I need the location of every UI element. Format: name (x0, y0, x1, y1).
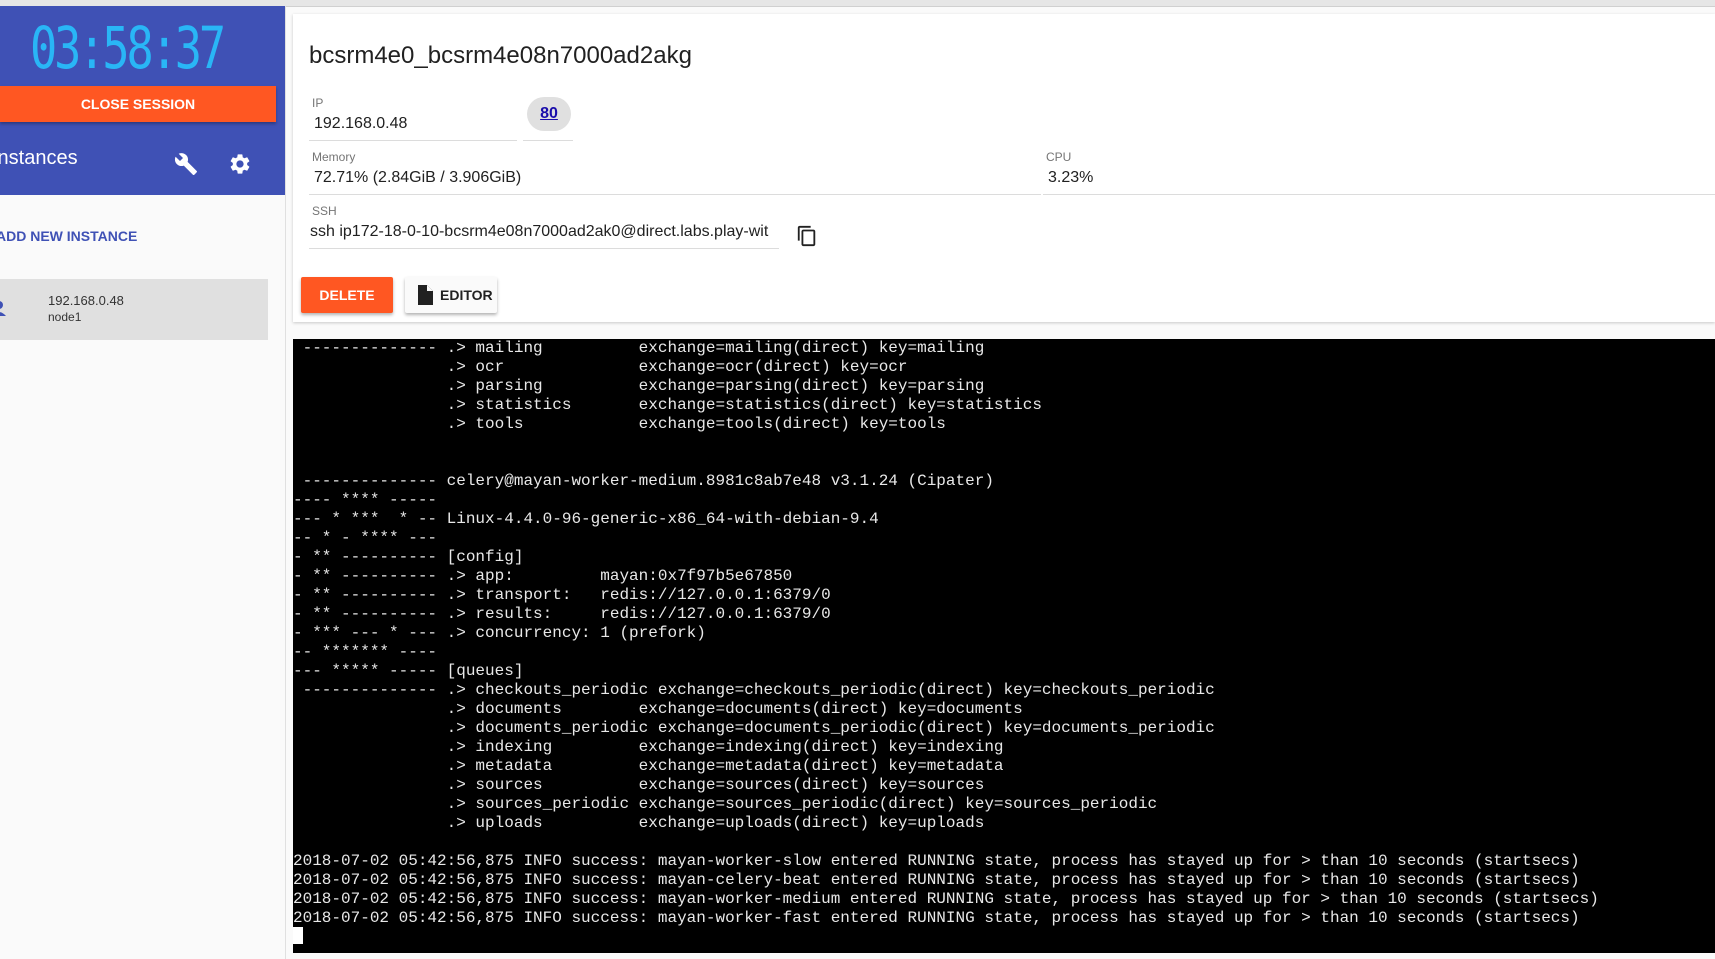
terminal-line: 2018-07-02 05:42:56,875 INFO success: ma… (293, 852, 1580, 870)
terminal-line: --- ***** ----- [queues] (293, 662, 524, 680)
terminal-line: .> uploads exchange=uploads(direct) key=… (293, 814, 985, 832)
terminal-line: 2018-07-02 05:42:56,875 INFO success: ma… (293, 909, 1580, 927)
editor-label: EDITOR (440, 287, 493, 303)
ip-label: IP (312, 96, 324, 110)
wrench-icon[interactable] (174, 152, 198, 176)
ssh-label: SSH (312, 204, 337, 218)
copy-icon[interactable] (796, 224, 818, 248)
ssh-field: SSH ssh ip172-18-0-10-bcsrm4e08n7000ad2a… (309, 204, 779, 249)
terminal-line: -- ******* ---- (293, 643, 438, 661)
memory-field: Memory 72.71% (2.84GiB / 3.906GiB) (309, 150, 1041, 195)
session-timer: 03:58:37 (30, 14, 226, 82)
terminal-line: .> parsing exchange=parsing(direct) key=… (293, 377, 985, 395)
port-divider (523, 140, 573, 141)
editor-button[interactable]: EDITOR (405, 277, 497, 313)
terminal-line: --- * *** * -- Linux-4.4.0-96-generic-x8… (293, 510, 879, 528)
ssh-value[interactable]: ssh ip172-18-0-10-bcsrm4e08n7000ad2ak0@d… (310, 223, 768, 241)
cpu-label: CPU (1046, 150, 1072, 164)
instances-title: Instances (0, 147, 78, 169)
terminal-line: - ** ---------- [config] (293, 548, 524, 566)
cpu-value: 3.23% (1048, 169, 1094, 186)
terminal-line: - ** ---------- .> transport: redis://12… (293, 586, 831, 604)
delete-button[interactable]: DELETE (301, 277, 393, 313)
terminal-line: - ** ---------- .> app: mayan:0x7f97b5e6… (293, 567, 793, 585)
cpu-field: CPU 3.23% (1043, 150, 1715, 195)
terminal-line: -------------- .> checkouts_periodic exc… (293, 681, 1215, 699)
terminal-line: .> ocr exchange=ocr(direct) key=ocr (293, 358, 908, 376)
terminal-line: -------------- .> mailing exchange=maili… (293, 339, 985, 357)
gear-icon[interactable] (228, 152, 252, 176)
terminal-line: .> metadata exchange=metadata(direct) ke… (293, 757, 1004, 775)
terminal-line: 2018-07-02 05:42:56,875 INFO success: ma… (293, 890, 1599, 908)
instance-list-item[interactable]: 192.168.0.48 node1 (0, 279, 268, 340)
terminal-line: .> documents_periodic exchange=documents… (293, 719, 1215, 737)
terminal-line: - *** --- * --- .> concurrency: 1 (prefo… (293, 624, 706, 642)
instance-ip: 192.168.0.48 (48, 293, 124, 308)
terminal-cursor (293, 927, 303, 944)
terminal-line: .> tools exchange=tools(direct) key=tool… (293, 415, 946, 433)
terminal-line: .> statistics exchange=statistics(direct… (293, 396, 1042, 414)
terminal-line: -------------- celery@mayan-worker-mediu… (293, 472, 994, 490)
instance-details-panel: bcsrm4e0_bcsrm4e08n7000ad2akg IP 192.168… (293, 14, 1715, 322)
instance-hostname: node1 (48, 310, 82, 324)
terminal-line: .> documents exchange=documents(direct) … (293, 700, 1023, 718)
memory-label: Memory (312, 150, 356, 164)
terminal-line: .> sources exchange=sources(direct) key=… (293, 776, 985, 794)
terminal-line: -- * - **** --- (293, 529, 438, 547)
sidebar: 03:58:37 CLOSE SESSION Instances ADD NEW… (0, 6, 286, 959)
instance-name: bcsrm4e0_bcsrm4e08n7000ad2akg (309, 42, 692, 69)
person-icon (0, 301, 6, 316)
terminal-line: .> sources_periodic exchange=sources_per… (293, 795, 1158, 813)
ip-value[interactable]: 192.168.0.48 (314, 115, 407, 133)
terminal-line: 2018-07-02 05:42:56,875 INFO success: ma… (293, 871, 1580, 889)
file-icon (418, 285, 433, 305)
add-new-instance-button[interactable]: ADD NEW INSTANCE (0, 228, 137, 244)
terminal-line: - ** ---------- .> results: redis://127.… (293, 605, 831, 623)
terminal-line: ---- **** ----- (293, 491, 438, 509)
terminal-line: .> indexing exchange=indexing(direct) ke… (293, 738, 1004, 756)
close-session-button[interactable]: CLOSE SESSION (0, 86, 276, 122)
memory-value: 72.71% (2.84GiB / 3.906GiB) (314, 169, 522, 186)
terminal[interactable]: -------------- .> mailing exchange=maili… (293, 339, 1715, 953)
port-80-link[interactable]: 80 (527, 97, 571, 131)
sidebar-header: 03:58:37 CLOSE SESSION Instances (0, 6, 285, 195)
terminal-output: -------------- .> mailing exchange=maili… (293, 339, 1599, 928)
ip-field: IP 192.168.0.48 (309, 96, 517, 141)
